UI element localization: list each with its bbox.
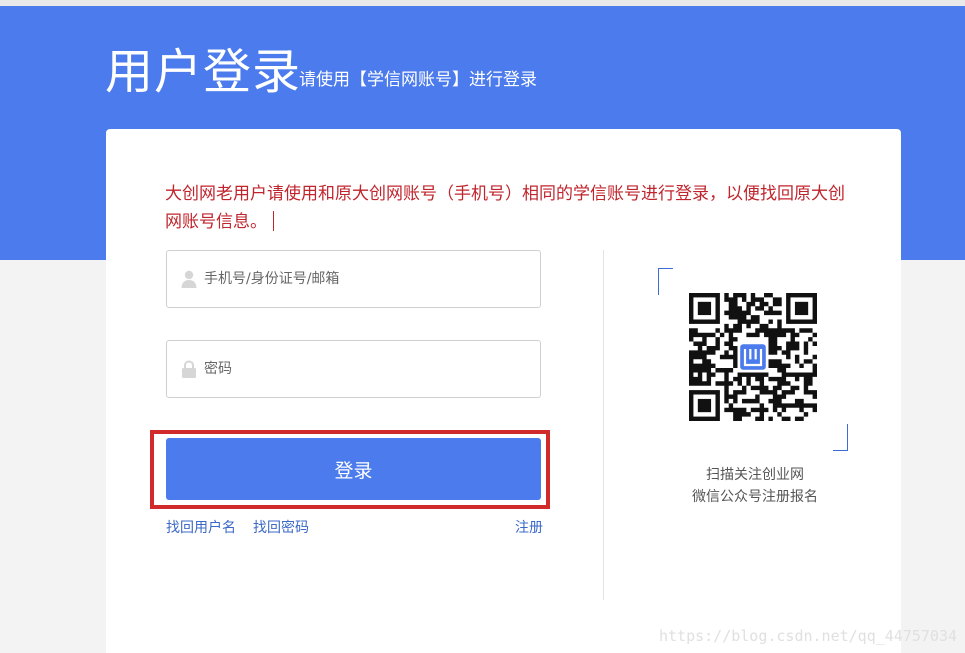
lock-icon	[180, 359, 198, 379]
text-caret	[273, 211, 274, 231]
account-links: 找回用户名 找回密码 注册	[166, 517, 543, 539]
qr-caption-line2: 微信公众号注册报名	[692, 489, 818, 505]
top-strip	[0, 0, 965, 6]
notice-text: 大创网老用户请使用和原大创网账号（手机号）相同的学信账号进行登录，以便找回原大创…	[165, 184, 845, 232]
wechat-qr-code	[689, 293, 817, 421]
find-username-link[interactable]: 找回用户名	[166, 517, 236, 537]
vertical-divider	[603, 250, 604, 600]
qr-finder-pattern	[786, 293, 817, 324]
login-page: 用户登录 请使用【学信网账号】进行登录 大创网老用户请使用和原大创网账号（手机号…	[0, 0, 965, 653]
find-password-link[interactable]: 找回密码	[253, 517, 309, 537]
qr-caption: 扫描关注创业网 微信公众号注册报名	[660, 464, 850, 508]
page-title: 用户登录	[105, 44, 302, 100]
qr-logo-icon	[737, 341, 769, 373]
password-input[interactable]	[204, 354, 504, 384]
qr-finder-pattern	[689, 390, 720, 421]
login-button[interactable]: 登录	[166, 438, 541, 500]
password-field[interactable]	[166, 340, 541, 398]
qr-caption-line1: 扫描关注创业网	[706, 467, 804, 483]
username-input[interactable]	[204, 264, 504, 294]
username-field[interactable]	[166, 250, 541, 308]
register-link[interactable]: 注册	[515, 517, 543, 537]
qr-finder-pattern	[689, 293, 720, 324]
watermark: https://blog.csdn.net/qq_44757034	[658, 627, 957, 645]
user-icon	[180, 269, 198, 289]
page-subtitle: 请使用【学信网账号】进行登录	[299, 70, 537, 90]
qr-frame-corner	[833, 424, 848, 451]
qr-frame-corner	[658, 268, 673, 295]
notice-message: 大创网老用户请使用和原大创网账号（手机号）相同的学信账号进行登录，以便找回原大创…	[165, 180, 845, 236]
